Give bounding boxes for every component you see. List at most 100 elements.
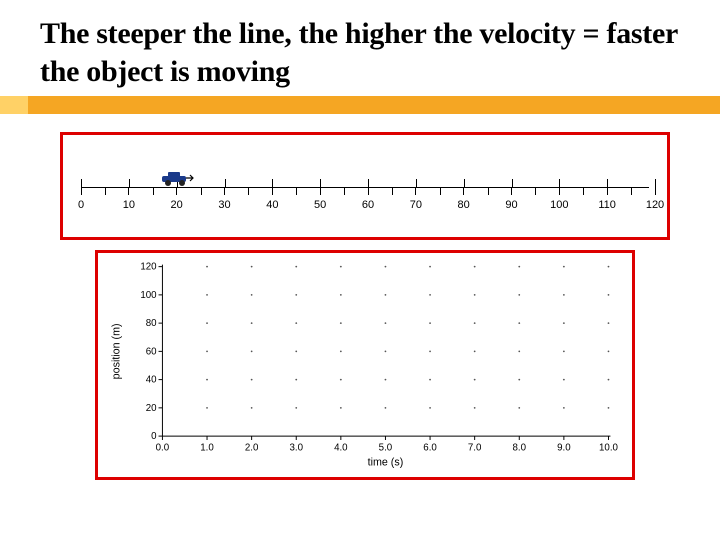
- x-tick-label: 9.0: [557, 443, 571, 454]
- grid-dot: [474, 294, 476, 296]
- x-axis-label: time (s): [368, 456, 404, 468]
- grid-dot: [340, 407, 342, 409]
- ruler-label: 90: [505, 199, 517, 211]
- grid-dot: [563, 350, 565, 352]
- ruler-label: 120: [646, 199, 664, 211]
- car-icon: [160, 171, 194, 187]
- grid-dot: [295, 322, 297, 324]
- grid-dot: [563, 379, 565, 381]
- grid-dot: [251, 379, 253, 381]
- grid-dot: [251, 294, 253, 296]
- accent-bar: [0, 96, 720, 114]
- x-tick-label: 10.0: [599, 443, 619, 454]
- ruler-baseline: [81, 187, 649, 188]
- ruler-tick: [655, 179, 656, 187]
- grid-dot: [518, 350, 520, 352]
- ruler-label: 20: [171, 199, 183, 211]
- ruler-label: 50: [314, 199, 326, 211]
- y-tick-label: 80: [146, 318, 157, 329]
- grid-dot: [251, 266, 253, 268]
- grid-dot: [429, 294, 431, 296]
- grid-dot: [608, 322, 610, 324]
- ruler-minor-tick: [440, 187, 441, 195]
- y-tick-label: 120: [140, 262, 157, 273]
- grid-dot: [429, 322, 431, 324]
- grid-dot: [429, 266, 431, 268]
- grid-dot: [340, 379, 342, 381]
- grid-dot: [518, 379, 520, 381]
- grid-dot: [340, 322, 342, 324]
- grid-dot: [295, 407, 297, 409]
- ruler-label: 10: [123, 199, 135, 211]
- ruler-label: 70: [410, 199, 422, 211]
- ruler-minor-tick: [344, 187, 345, 195]
- grid-dot: [518, 266, 520, 268]
- grid-dot: [385, 322, 387, 324]
- grid-dot: [474, 379, 476, 381]
- grid-dot: [295, 350, 297, 352]
- grid-dot: [206, 266, 208, 268]
- ruler-minor-tick: [488, 187, 489, 195]
- grid-dot: [608, 379, 610, 381]
- grid-dot: [608, 294, 610, 296]
- grid-dot: [518, 322, 520, 324]
- grid-dot: [206, 407, 208, 409]
- ruler-minor-tick: [535, 187, 536, 195]
- ruler-tick: [368, 179, 369, 187]
- ruler-label: 0: [78, 199, 84, 211]
- grid-dot: [429, 407, 431, 409]
- ruler-minor-tick: [248, 187, 249, 195]
- y-tick-label: 20: [146, 403, 157, 414]
- grid-dot: [385, 294, 387, 296]
- position-time-chart: 0204060801001200.01.02.03.04.05.06.07.08…: [98, 253, 632, 477]
- x-tick-label: 3.0: [289, 443, 303, 454]
- ruler-tick: [272, 179, 273, 187]
- grid-dot: [563, 322, 565, 324]
- y-axis-label: position (m): [111, 323, 123, 379]
- grid-dot: [474, 322, 476, 324]
- ruler-tick: [225, 179, 226, 187]
- grid-dot: [385, 266, 387, 268]
- grid-dot: [340, 266, 342, 268]
- grid-dot: [563, 294, 565, 296]
- grid-dot: [608, 350, 610, 352]
- x-tick-label: 8.0: [513, 443, 527, 454]
- ruler-minor-tick: [392, 187, 393, 195]
- x-tick-label: 5.0: [379, 443, 393, 454]
- ruler-label: 80: [458, 199, 470, 211]
- ruler-minor-tick: [631, 187, 632, 195]
- grid-dot: [206, 322, 208, 324]
- ruler-label: 60: [362, 199, 374, 211]
- ruler-label: 110: [598, 199, 616, 211]
- y-tick-label: 40: [146, 375, 157, 386]
- grid-dot: [608, 266, 610, 268]
- y-tick-label: 0: [151, 431, 157, 442]
- x-tick-label: 4.0: [334, 443, 348, 454]
- ruler-tick: [320, 179, 321, 187]
- grid-dot: [518, 294, 520, 296]
- grid-dot: [295, 266, 297, 268]
- grid-dot: [295, 379, 297, 381]
- grid-dot: [385, 350, 387, 352]
- grid-dot: [340, 294, 342, 296]
- grid-dot: [563, 407, 565, 409]
- ruler-minor-tick: [201, 187, 202, 195]
- x-tick-label: 6.0: [423, 443, 437, 454]
- ruler-tick: [129, 179, 130, 187]
- x-tick-label: 0.0: [156, 443, 170, 454]
- grid-dot: [474, 266, 476, 268]
- grid-dot: [206, 379, 208, 381]
- grid-dot: [251, 407, 253, 409]
- chart-panel: 0204060801001200.01.02.03.04.05.06.07.08…: [95, 250, 635, 480]
- ruler-tick: [559, 179, 560, 187]
- ruler-tick: [464, 179, 465, 187]
- x-tick-label: 2.0: [245, 443, 259, 454]
- grid-dot: [385, 379, 387, 381]
- ruler-minor-tick: [153, 187, 154, 195]
- grid-dot: [429, 379, 431, 381]
- grid-dot: [206, 350, 208, 352]
- ruler-minor-tick: [296, 187, 297, 195]
- ruler-tick: [81, 179, 82, 187]
- ruler-label: 100: [550, 199, 568, 211]
- ruler-tick: [607, 179, 608, 187]
